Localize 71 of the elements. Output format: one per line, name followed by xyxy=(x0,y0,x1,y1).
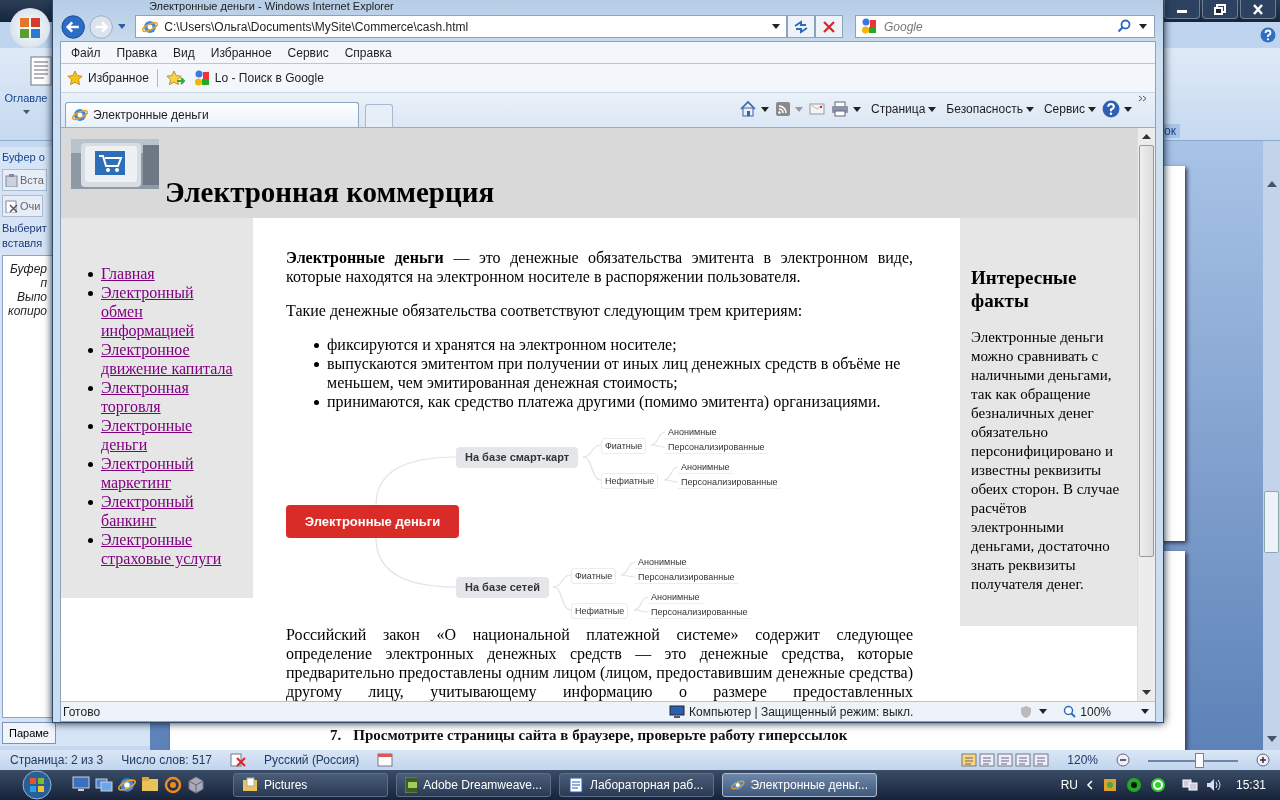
list-item: принимаются, как средство платежа другими (помимо эмитента) организациями. xyxy=(327,392,881,411)
mindmap-node: Персонализированные xyxy=(648,606,751,619)
mindmap-node: Персонализированные xyxy=(665,441,768,454)
clipboard-notice: Выпо xyxy=(16,290,47,304)
taskbar-button[interactable]: Pictures xyxy=(233,773,388,797)
clipboard-notice: Буфер xyxy=(9,262,47,276)
menu-item[interactable]: Избранное xyxy=(202,43,280,62)
word-count[interactable]: Число слов: 517 xyxy=(121,753,212,767)
security-zone[interactable]: Компьютер | Защищенный режим: выкл. xyxy=(663,704,920,719)
language-indicator[interactable]: RU xyxy=(1060,778,1078,792)
nav-link[interactable]: Электронное движение капитала xyxy=(101,340,235,378)
mindmap-node: Фиатные xyxy=(571,568,617,584)
command-menu[interactable]: Безопасность xyxy=(946,102,1034,116)
document-text: 7. Просмотрите страницы сайта в браузере, проверьте работу гиперссылок xyxy=(330,727,848,744)
mindmap-node: Фиатные xyxy=(601,438,647,454)
paste-all-button[interactable]: Вста xyxy=(2,169,47,191)
search-field[interactable]: Google xyxy=(854,15,1155,39)
mindmap-node: На базе смарт-карт xyxy=(456,447,579,468)
nav-link[interactable]: Электронные деньги xyxy=(101,416,235,454)
pane-hint: Выберит вставля xyxy=(2,221,47,251)
paragraph: Электронные деньги — это денежные обязательства эмитента в электронном виде, которые находятся на электронном носителе в распоряжении пользователя. xyxy=(286,248,913,286)
pane-title: Буфер о xyxy=(2,150,45,165)
mindmap-node: Персонализированные xyxy=(678,476,781,489)
zoom-control[interactable]: 100% xyxy=(1063,704,1111,719)
mindmap-node: На базе сетей xyxy=(456,577,550,598)
zoom-level[interactable]: 120% xyxy=(1067,753,1098,767)
menu-item[interactable]: Справка xyxy=(336,43,400,62)
nav-link[interactable]: Электронный обмен информацией xyxy=(101,283,235,340)
list-item: фиксируются и хранятся на электронном носителе; xyxy=(327,335,677,354)
nav-link[interactable]: Электронные страховые услуги xyxy=(101,530,235,568)
page-title: Электронная коммерция xyxy=(165,176,495,208)
favorite-link[interactable]: Lo - Поиск в Google xyxy=(193,70,324,86)
taskbar-button[interactable]: Электронные деньг... xyxy=(722,773,877,797)
favorites-button[interactable]: Избранное xyxy=(67,70,149,86)
menu-item[interactable]: Сервис xyxy=(279,43,337,62)
sidebar-title: Интересные факты xyxy=(971,266,1078,312)
clipboard-notice: копиро xyxy=(8,304,47,318)
address-field[interactable]: C:\Users\Ольга\Documents\MySite\Commerce\cash.html xyxy=(135,15,787,39)
clipboard-notice: п xyxy=(40,276,47,290)
taskbar-button[interactable]: Adobe Dreamweave... xyxy=(396,773,551,797)
sidebar-text: Электронные деньги можно сравнивать с наличными деньгами, так как обращение безналичных денег обязательно персонифицировано и известны реквизиты обеих сторон. В случае расчётов электронными деньгами, достаточно знать реквизиты получателя денег. xyxy=(971,328,1121,594)
mindmap-node: Анонимные xyxy=(678,461,733,474)
mindmap-node: Анонимные xyxy=(648,591,703,604)
nav-link[interactable]: Электронный маркетинг xyxy=(101,454,235,492)
menu-item[interactable]: Файл xyxy=(63,43,109,62)
paragraph: Такие денежные обязательства соответствуют следующим трем критериям: xyxy=(286,301,804,320)
mindmap-node: Анонимные xyxy=(665,426,720,439)
browser-tab[interactable]: Электронные деньги xyxy=(65,102,359,127)
paragraph: Российский закон «О национальной платежной системе» содержит следующее определение электронных денежных средств — это денежные средства, которые предварительно предоставлены одним лицом (лицом, предоставившим денежные средства) другому лицу, учитывающему информацию о размере предоставленных xyxy=(286,625,913,701)
mindmap-node: Персонализированные xyxy=(635,571,738,584)
table-of-contents-button[interactable]: Оглавле xyxy=(4,92,48,104)
language-indicator[interactable]: Русский (Россия) xyxy=(264,753,360,767)
nav-link[interactable]: Электронный банкинг xyxy=(101,492,235,530)
mindmap-node: Нефиатные xyxy=(601,473,659,489)
taskbar-button[interactable]: Лабораторная раб... xyxy=(559,773,714,797)
menu-item[interactable]: Правка xyxy=(108,43,166,62)
status-text: Готово xyxy=(63,704,101,719)
mindmap-node: Анонимные xyxy=(635,556,690,569)
page-count[interactable]: Страница: 2 из 3 xyxy=(10,753,104,767)
menu-item[interactable]: Вид xyxy=(165,43,203,62)
mindmap-node: Электронные деньги xyxy=(286,505,459,538)
clear-all-button[interactable]: Очи xyxy=(2,195,44,217)
window-title: Электронные деньги - Windows Internet Explorer xyxy=(149,0,394,13)
list-item: выпускаются эмитентом при получении от иных лиц денежных средств в объёме не меньшем, чем эмитированная денежная стоимость; xyxy=(327,354,902,392)
command-menu[interactable]: Страница xyxy=(870,102,937,116)
clock: 15:31 xyxy=(1235,778,1266,792)
command-menu[interactable]: Сервис xyxy=(1043,102,1096,116)
options-button[interactable]: Параме xyxy=(2,722,56,744)
nav-link[interactable]: Главная xyxy=(101,264,235,283)
mindmap-node: Нефиатные xyxy=(571,603,629,619)
nav-link[interactable]: Электронная торговля xyxy=(101,378,235,416)
